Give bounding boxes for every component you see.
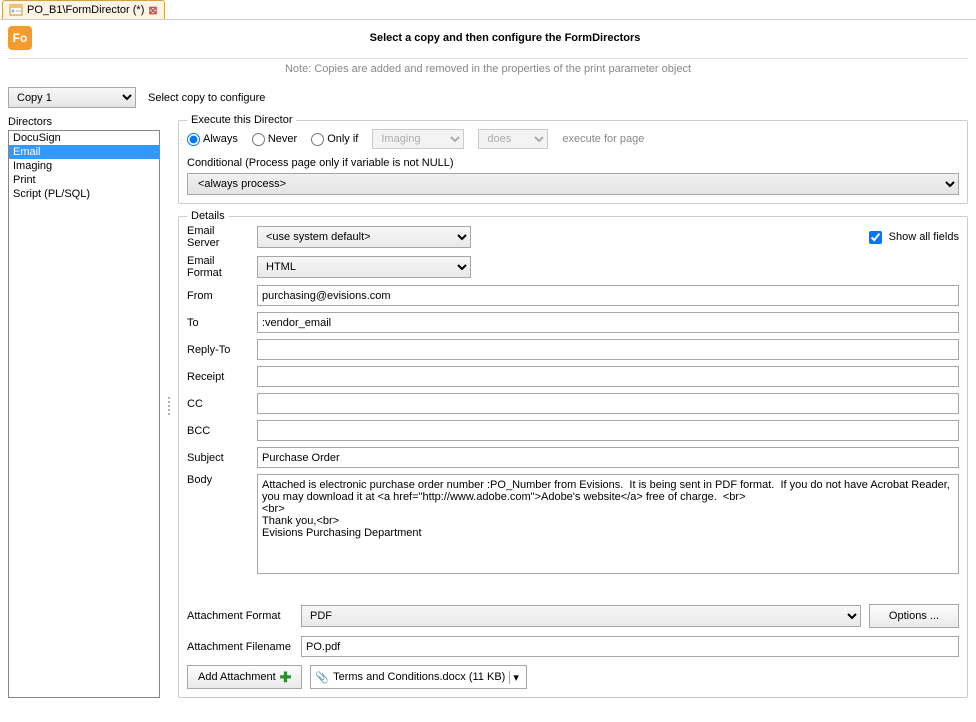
conditional-label: Conditional (Process page only if variab… xyxy=(187,157,959,169)
director-item-docusign[interactable]: DocuSign xyxy=(9,131,159,145)
director-item-print[interactable]: Print xyxy=(9,173,159,187)
onlyif-var-select: Imaging xyxy=(372,129,464,149)
close-icon[interactable]: ⊠ xyxy=(148,4,157,17)
directors-label: Directors xyxy=(8,114,160,130)
director-item-imaging[interactable]: Imaging xyxy=(9,159,159,173)
note-text: Note: Copies are added and removed in th… xyxy=(8,58,968,81)
conditional-select[interactable]: <always process> xyxy=(187,173,959,195)
from-input[interactable] xyxy=(257,285,959,306)
options-button[interactable]: Options ... xyxy=(869,604,959,628)
plus-icon: ✚ xyxy=(280,669,292,686)
label-receipt: Receipt xyxy=(187,371,249,383)
body-textarea[interactable]: Attached is electronic purchase order nu… xyxy=(257,474,959,574)
label-attachment-format: Attachment Format xyxy=(187,610,293,622)
paperclip-icon: 📎 xyxy=(315,671,329,684)
page-title: Select a copy and then configure the For… xyxy=(42,32,968,44)
form-icon xyxy=(9,3,23,17)
bcc-input[interactable] xyxy=(257,420,959,441)
exec-hint: execute for page xyxy=(562,133,644,145)
onlyif-op-select: does xyxy=(478,129,548,149)
label-subject: Subject xyxy=(187,452,249,464)
subject-input[interactable] xyxy=(257,447,959,468)
attachment-format-select[interactable]: PDF xyxy=(301,605,861,627)
email-format-select[interactable]: HTML xyxy=(257,256,471,278)
details-legend: Details xyxy=(187,210,229,222)
attachment-chip-label: Terms and Conditions.docx (11 KB) xyxy=(333,671,505,683)
label-email-format: Email Format xyxy=(187,255,249,279)
document-tab[interactable]: PO_B1\FormDirector (*) ⊠ xyxy=(2,0,165,19)
label-bcc: BCC xyxy=(187,425,249,437)
details-group: Details Email Server <use system default… xyxy=(178,216,968,698)
copy-selector-row: Copy 1 Select copy to configure xyxy=(0,81,976,114)
receipt-input[interactable] xyxy=(257,366,959,387)
label-to: To xyxy=(187,317,249,329)
radio-never[interactable]: Never xyxy=(252,133,297,146)
to-input[interactable] xyxy=(257,312,959,333)
email-server-select[interactable]: <use system default> xyxy=(257,226,471,248)
label-email-server: Email Server xyxy=(187,225,249,249)
show-all-fields-checkbox[interactable]: Show all fields xyxy=(865,228,959,247)
reply-to-input[interactable] xyxy=(257,339,959,360)
label-cc: CC xyxy=(187,398,249,410)
execute-legend: Execute this Director xyxy=(187,114,296,126)
directors-list[interactable]: DocuSign Email Imaging Print Script (PL/… xyxy=(8,130,160,698)
add-attachment-button[interactable]: Add Attachment ✚ xyxy=(187,665,302,689)
copy-select[interactable]: Copy 1 xyxy=(8,87,136,108)
radio-onlyif[interactable]: Only if xyxy=(311,133,358,146)
director-item-script[interactable]: Script (PL/SQL) xyxy=(9,187,159,201)
label-reply-to: Reply-To xyxy=(187,344,249,356)
label-from: From xyxy=(187,290,249,302)
execute-group: Execute this Director Always Never Only … xyxy=(178,120,968,204)
splitter-handle[interactable] xyxy=(166,114,172,698)
tab-bar: PO_B1\FormDirector (*) ⊠ xyxy=(0,0,976,20)
copy-hint: Select copy to configure xyxy=(148,92,265,104)
chevron-down-icon[interactable]: ▾ xyxy=(509,671,522,684)
attachment-filename-input[interactable] xyxy=(301,636,959,657)
director-item-email[interactable]: Email xyxy=(9,145,159,159)
label-attachment-filename: Attachment Filename xyxy=(187,641,293,653)
label-body: Body xyxy=(187,474,249,486)
attachment-chip[interactable]: 📎 Terms and Conditions.docx (11 KB) ▾ xyxy=(310,665,526,689)
header: Fo Select a copy and then configure the … xyxy=(0,20,976,54)
fo-badge-icon: Fo xyxy=(8,26,32,50)
cc-input[interactable] xyxy=(257,393,959,414)
radio-always[interactable]: Always xyxy=(187,133,238,146)
tab-title: PO_B1\FormDirector (*) xyxy=(27,4,144,16)
